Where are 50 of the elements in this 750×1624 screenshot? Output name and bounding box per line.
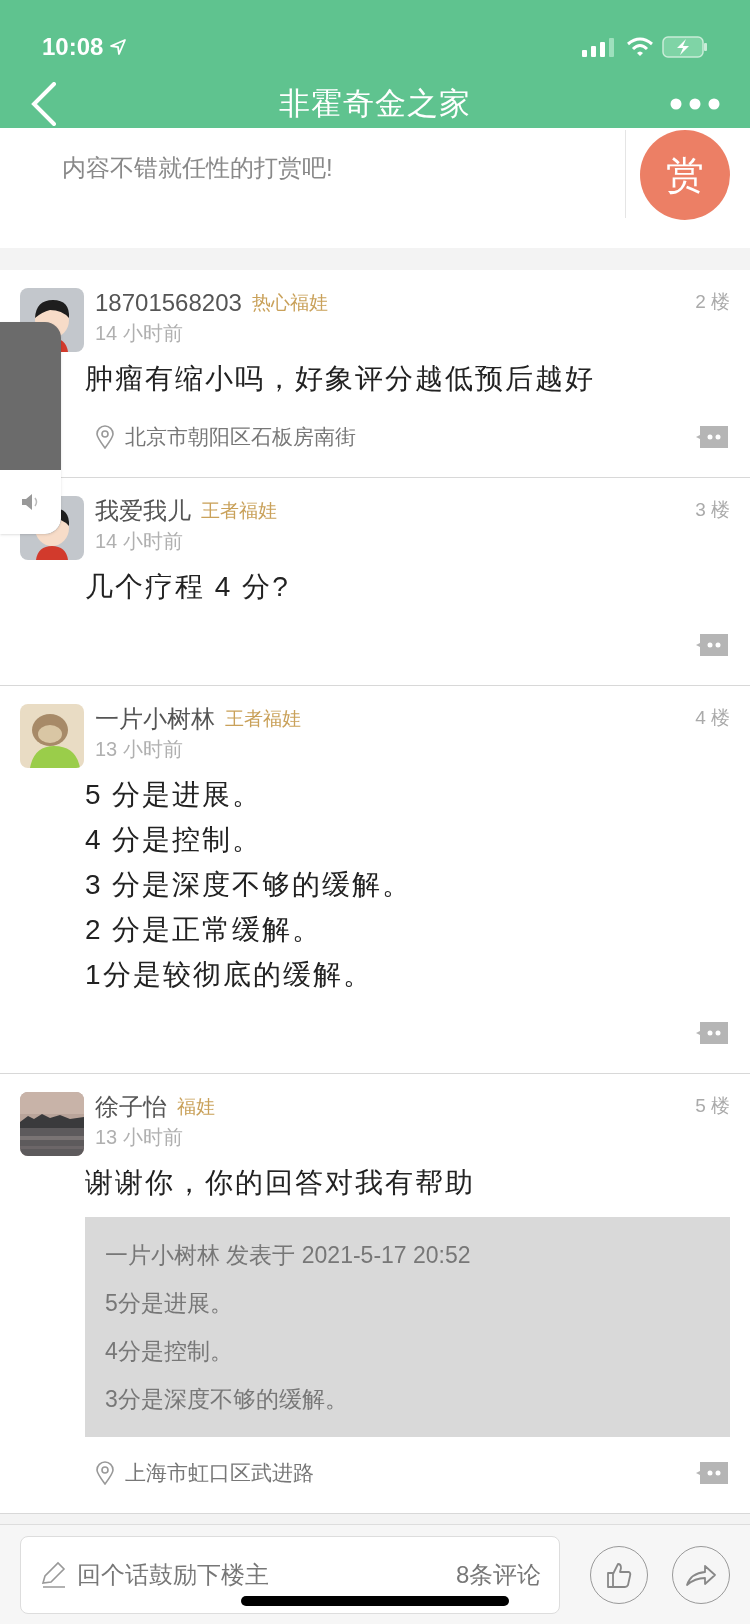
user-rank-label: 王者福娃 [201,498,277,523]
comment-text: 1分是较彻底的缓解。 [85,958,374,992]
username[interactable]: 一片小树林 [95,704,215,734]
floor-number: 5 楼 [695,1094,730,1118]
comment-text: 4 分是控制。 [85,823,264,857]
reply-placeholder: 回个话鼓励下楼主 [77,1559,270,1590]
post-time: 13 小时前 [95,737,184,762]
floor-number: 2 楼 [695,290,730,314]
comment-text: 几个疗程 4 分? [85,570,291,604]
comment-text: 5 分是进展。 [85,778,264,812]
comment-icon[interactable] [694,424,730,450]
comment-icon[interactable] [694,1020,730,1046]
avatar-icon [20,704,84,768]
comment-text: 3 分是深度不够的缓解。 [85,868,414,902]
quote-text: 4分是控制。 [105,1337,234,1366]
back-icon[interactable] [30,82,58,126]
reply-field[interactable]: 回个话鼓励下楼主 8条评论 [20,1535,561,1614]
location-arrow-icon [109,38,128,56]
comment-icon[interactable] [694,1460,730,1486]
user-rank-label: 热心福娃 [251,290,328,315]
status-time: 10:08 [42,32,104,62]
page-title: 非霍奇金之家 [279,84,471,123]
username[interactable]: 我爱我儿 [95,496,191,526]
quote-text: 5分是进展。 [105,1289,234,1318]
reward-prompt: 内容不错就任性的打赏吧! [61,153,334,183]
location-text: 上海市虹口区武进路 [125,1460,314,1487]
comment-count[interactable]: 8条评论 [456,1556,542,1593]
more-icon[interactable] [670,98,720,110]
post-time: 13 小时前 [95,1125,184,1150]
user-rank-label: 福娃 [177,1094,215,1119]
comment-text: 肿瘤有缩小吗，好象评分越低预后越好 [85,362,596,396]
wifi-icon [626,37,654,57]
quote-text: 3分是深度不够的缓解。 [105,1385,349,1414]
pencil-icon [39,1560,67,1589]
post-time: 14 小时前 [95,321,184,346]
quote-text: 一片小树林 发表于 2021-5-17 20:52 [105,1241,472,1270]
comment-text: 谢谢你，你的回答对我有帮助 [85,1166,476,1200]
user-rank-label: 王者福娃 [225,706,301,731]
comment-icon[interactable] [694,632,730,658]
post-time: 14 小时前 [95,529,184,554]
comment-text: 2 分是正常缓解。 [85,913,324,947]
battery-icon [662,36,708,58]
username[interactable]: 徐子怡 [95,1092,167,1122]
floor-number: 3 楼 [695,498,730,522]
location-text: 北京市朝阳区石板房南街 [125,424,356,451]
location-pin-icon [95,425,115,449]
signal-icon [582,37,616,57]
username[interactable]: 18701568203 [95,288,242,318]
location-pin-icon [95,1461,115,1485]
floor-number: 4 楼 [695,706,730,730]
